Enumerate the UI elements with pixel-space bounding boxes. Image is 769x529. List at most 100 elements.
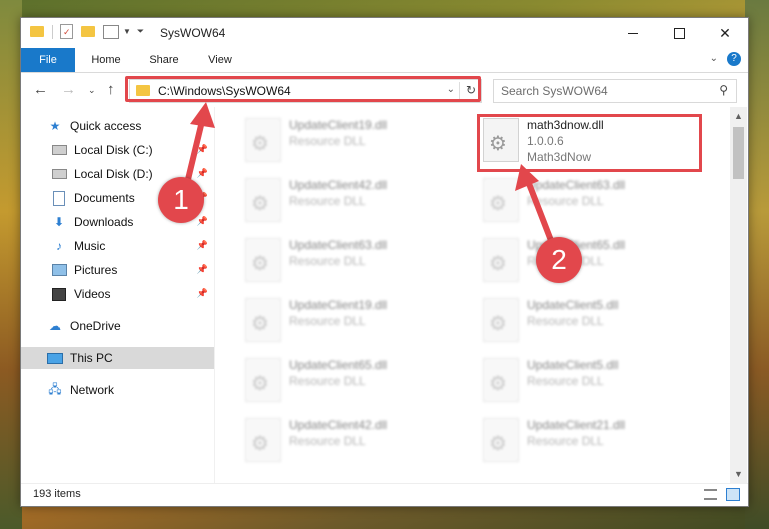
- minimize-icon: [628, 32, 638, 34]
- properties-icon[interactable]: ✓: [60, 24, 73, 39]
- sidebar-item-label: Videos: [74, 287, 111, 301]
- scrollbar-thumb[interactable]: [733, 127, 744, 179]
- chevron-down-icon[interactable]: ▼: [123, 27, 131, 36]
- file-type: Resource DLL: [289, 314, 366, 328]
- pictures-icon: [51, 262, 67, 278]
- sidebar-item-label: Music: [74, 239, 106, 253]
- sidebar-item-music[interactable]: ♪ Music 📌: [21, 235, 214, 257]
- dll-file-icon: ⚙: [483, 418, 519, 462]
- sidebar-item-label: Local Disk (D:): [74, 167, 153, 181]
- documents-icon: [51, 190, 67, 206]
- dll-file-icon: ⚙: [483, 298, 519, 342]
- back-arrow-icon[interactable]: ←: [33, 81, 48, 98]
- folder-icon[interactable]: [30, 26, 44, 37]
- dll-file-icon: ⚙: [245, 358, 281, 402]
- sidebar-item-quick-access[interactable]: ★ Quick access: [21, 115, 214, 137]
- file-name: UpdateClient63.dll: [527, 178, 626, 192]
- sidebar-item-label: Network: [70, 383, 115, 397]
- file-item[interactable]: ⚙ UpdateClient21.dll Resource DLL: [475, 413, 707, 469]
- sidebar-item-network[interactable]: 🖧 Network: [21, 379, 214, 401]
- qa-dropdown-icon[interactable]: ⏷: [137, 26, 144, 37]
- star-icon: ★: [49, 119, 61, 133]
- tab-home[interactable]: Home: [83, 48, 129, 72]
- file-name: UpdateClient19.dll: [289, 298, 388, 312]
- file-item[interactable]: ⚙ UpdateClient42.dll Resource DLL: [237, 413, 469, 469]
- scroll-down-icon[interactable]: ▼: [734, 469, 743, 479]
- navigation-bar: ← → ⌄ ↑ C:\Windows\SysWOW64 ⌄ ↻ Search S…: [21, 73, 748, 107]
- tiles-view-icon[interactable]: [726, 488, 740, 501]
- help-icon[interactable]: ?: [727, 52, 741, 66]
- separator: [52, 24, 53, 39]
- gear-icon: ⚙: [489, 193, 507, 215]
- up-arrow-icon[interactable]: ↑: [107, 81, 115, 98]
- drive-icon: [51, 166, 67, 182]
- maximize-button[interactable]: [656, 18, 702, 48]
- details-view-icon[interactable]: [704, 489, 717, 500]
- recent-locations-icon[interactable]: ⌄: [88, 85, 96, 96]
- search-icon: ⚲: [719, 83, 728, 97]
- file-name: UpdateClient5.dll: [527, 358, 619, 372]
- sidebar-item-videos[interactable]: Videos 📌: [21, 283, 214, 305]
- file-type: Resource DLL: [289, 374, 366, 388]
- expand-ribbon-icon[interactable]: ⌄: [710, 53, 718, 64]
- file-type: Resource DLL: [527, 434, 604, 448]
- tab-view[interactable]: View: [197, 48, 243, 72]
- gear-icon: ⚙: [251, 373, 269, 395]
- tab-share[interactable]: Share: [141, 48, 187, 72]
- close-icon: ✕: [719, 24, 731, 41]
- file-type: Resource DLL: [289, 134, 366, 148]
- gear-icon: ⚙: [251, 433, 269, 455]
- file-type: Resource DLL: [289, 194, 366, 208]
- computer-icon: [47, 350, 63, 366]
- close-button[interactable]: ✕: [702, 18, 748, 48]
- desktop-background-left: [0, 0, 22, 529]
- gear-icon: ⚙: [251, 253, 269, 275]
- tab-file[interactable]: File: [21, 48, 75, 72]
- file-item[interactable]: ⚙ UpdateClient65.dll Resource DLL: [237, 353, 469, 409]
- sidebar-item-label: Documents: [74, 191, 135, 205]
- scroll-up-icon[interactable]: ▲: [734, 111, 743, 121]
- sidebar-item-local-disk-c[interactable]: Local Disk (C:) 📌: [21, 139, 214, 161]
- pin-icon: 📌: [196, 240, 208, 250]
- dll-file-icon: ⚙: [245, 418, 281, 462]
- file-item[interactable]: ⚙ UpdateClient65.dll Resource DLL: [475, 233, 707, 289]
- customize-toolbar-icon[interactable]: [103, 24, 119, 39]
- title-bar: ✓ ▼ ⏷ SysWOW64 ✕: [21, 18, 748, 48]
- forward-arrow-icon[interactable]: →: [61, 81, 76, 98]
- gear-icon: ⚙: [251, 133, 269, 155]
- file-type: Resource DLL: [289, 254, 366, 268]
- file-name: UpdateClient65.dll: [289, 358, 388, 372]
- download-icon: ⬇: [53, 215, 65, 229]
- window-title: SysWOW64: [160, 26, 226, 40]
- pin-icon: 📌: [196, 288, 208, 298]
- sidebar-item-onedrive[interactable]: ☁ OneDrive: [21, 315, 214, 337]
- file-name: UpdateClient19.dll: [289, 118, 388, 132]
- dll-file-icon: ⚙: [245, 238, 281, 282]
- search-input[interactable]: Search SysWOW64 ⚲: [493, 79, 737, 103]
- file-item[interactable]: ⚙ UpdateClient42.dll Resource DLL: [237, 173, 469, 229]
- file-type: Resource DLL: [527, 374, 604, 388]
- sidebar-item-pictures[interactable]: Pictures 📌: [21, 259, 214, 281]
- new-folder-icon[interactable]: [81, 26, 95, 37]
- file-item[interactable]: ⚙ UpdateClient5.dll Resource DLL: [475, 293, 707, 349]
- sidebar-item-label: Local Disk (C:): [74, 143, 153, 157]
- dll-file-icon: ⚙: [245, 298, 281, 342]
- address-highlight-box: [125, 76, 481, 102]
- file-type: Resource DLL: [527, 314, 604, 328]
- file-item[interactable]: ⚙ UpdateClient63.dll Resource DLL: [237, 233, 469, 289]
- file-name: UpdateClient42.dll: [289, 178, 388, 192]
- sidebar-item-label: This PC: [70, 351, 113, 365]
- annotation-badge-2: 2: [536, 237, 582, 283]
- search-placeholder: Search SysWOW64: [501, 84, 608, 98]
- file-item[interactable]: ⚙ UpdateClient19.dll Resource DLL: [237, 113, 469, 169]
- minimize-button[interactable]: [610, 18, 656, 48]
- file-item[interactable]: ⚙ UpdateClient19.dll Resource DLL: [237, 293, 469, 349]
- sidebar-item-this-pc[interactable]: This PC: [21, 347, 214, 369]
- file-name: UpdateClient42.dll: [289, 418, 388, 432]
- file-item[interactable]: ⚙ UpdateClient63.dll Resource DLL: [475, 173, 707, 229]
- music-icon: ♪: [56, 239, 62, 253]
- network-icon: 🖧: [48, 381, 62, 396]
- file-item[interactable]: ⚙ UpdateClient5.dll Resource DLL: [475, 353, 707, 409]
- ribbon: File Home Share View ⌄ ?: [21, 48, 748, 73]
- vertical-scrollbar[interactable]: ▲ ▼: [730, 107, 747, 483]
